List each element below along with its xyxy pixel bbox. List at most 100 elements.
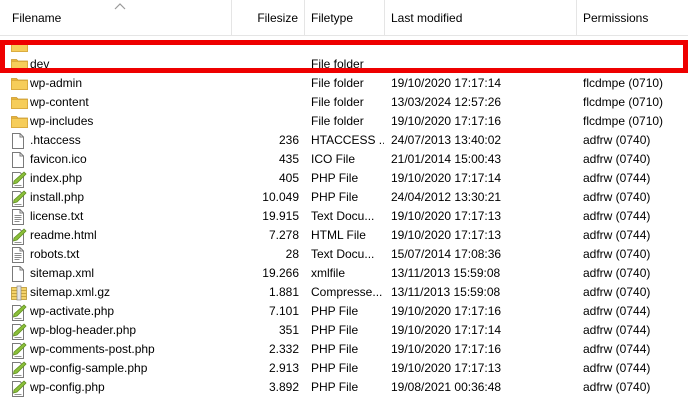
file-row-wp-includes[interactable]: wp-includes File folder 19/10/2020 17:17:1… bbox=[0, 112, 688, 131]
file-name: wp-includes bbox=[30, 114, 94, 128]
file-row-dev[interactable]: dev File folder bbox=[0, 55, 688, 74]
file-modified: 19/10/2020 17:17:13 bbox=[391, 209, 502, 223]
sort-ascending-icon bbox=[114, 3, 126, 10]
file-icon bbox=[11, 133, 25, 150]
file-icon-cell bbox=[11, 226, 29, 245]
file-row-readme-html[interactable]: readme.html 7.278 HTML File 19/10/2020 17:1… bbox=[0, 226, 688, 245]
file-size: 3.892 bbox=[268, 380, 299, 394]
file-type: Text Docu... bbox=[311, 209, 375, 223]
file-permissions: flcdmpe (0710) bbox=[583, 76, 664, 90]
file-permissions: adfrw (0744) bbox=[583, 304, 651, 318]
file-name: wp-comments-post.php bbox=[30, 342, 155, 356]
file-permissions: adfrw (0744) bbox=[583, 209, 651, 223]
file-name: readme.html bbox=[30, 228, 97, 242]
file-size bbox=[232, 55, 299, 74]
php-file-icon bbox=[11, 304, 27, 321]
file-name: wp-config-sample.php bbox=[30, 361, 148, 375]
file-row-favicon-ico[interactable]: favicon.ico 435 ICO File 21/01/2014 15:00:4… bbox=[0, 150, 688, 169]
file-size: 19.915 bbox=[262, 209, 299, 223]
column-header-permissions[interactable]: Permissions bbox=[577, 0, 688, 35]
file-row-wp-activate-php[interactable]: wp-activate.php 7.101 PHP File 19/10/2020 1… bbox=[0, 302, 688, 321]
file-permissions: adfrw (0740) bbox=[583, 247, 651, 261]
column-header-filename-label: Filename bbox=[12, 11, 62, 25]
file-icon-cell bbox=[11, 93, 29, 112]
file-size: 236 bbox=[278, 133, 299, 147]
file-size: 405 bbox=[278, 171, 299, 185]
column-header-bar: Filename Filesize Filetype Last modified… bbox=[0, 0, 688, 36]
file-icon-cell bbox=[11, 264, 29, 283]
file-permissions: adfrw (0740) bbox=[583, 380, 651, 394]
file-modified: 19/10/2020 17:17:16 bbox=[391, 342, 502, 356]
php-file-icon bbox=[11, 342, 27, 359]
file-permissions: adfrw (0744) bbox=[583, 361, 651, 375]
file-size: 2.913 bbox=[268, 361, 299, 375]
file-permissions bbox=[583, 36, 688, 55]
file-modified: 19/10/2020 17:17:14 bbox=[391, 323, 502, 337]
file-size bbox=[232, 74, 299, 93]
file-type: xmlfile bbox=[311, 266, 346, 280]
file-type: HTACCESS ... bbox=[311, 133, 384, 147]
file-row-htaccess[interactable]: .htaccess 236 HTACCESS ... 24/07/2013 13:40… bbox=[0, 131, 688, 150]
column-header-filetype[interactable]: Filetype bbox=[305, 0, 385, 35]
folder-icon bbox=[11, 57, 28, 74]
file-type: PHP File bbox=[311, 342, 359, 356]
file-icon-cell bbox=[11, 378, 29, 397]
file-type: PHP File bbox=[311, 361, 359, 375]
file-icon-cell bbox=[11, 150, 29, 169]
file-type: File folder bbox=[311, 57, 364, 71]
file-name: sitemap.xml.gz bbox=[30, 285, 111, 299]
file-name bbox=[30, 36, 230, 55]
file-permissions: adfrw (0740) bbox=[583, 285, 651, 299]
file-modified: 15/07/2014 17:08:36 bbox=[391, 247, 502, 261]
file-permissions: adfrw (0744) bbox=[583, 323, 651, 337]
column-header-filesize[interactable]: Filesize bbox=[232, 0, 305, 35]
file-permissions: adfrw (0744) bbox=[583, 228, 651, 242]
file-row-sitemap-xml[interactable]: sitemap.xml 19.266 xmlfile 13/11/2013 15:59… bbox=[0, 264, 688, 283]
file-icon-cell bbox=[11, 188, 29, 207]
file-permissions: flcdmpe (0710) bbox=[583, 95, 664, 109]
file-row-wp-blog-header-php[interactable]: wp-blog-header.php 351 PHP File 19/10/2020 … bbox=[0, 321, 688, 340]
file-row-install-php[interactable]: install.php 10.049 PHP File 24/04/2012 13:3… bbox=[0, 188, 688, 207]
file-permissions: adfrw (0740) bbox=[583, 190, 651, 204]
file-size: 19.266 bbox=[262, 266, 299, 280]
folder-icon bbox=[11, 76, 28, 93]
php-file-icon bbox=[11, 380, 27, 397]
file-row-wp-config-sample-php[interactable]: wp-config-sample.php 2.913 PHP File 19/10/2… bbox=[0, 359, 688, 378]
file-permissions: adfrw (0740) bbox=[583, 152, 651, 166]
file-row-sitemap-xml-gz[interactable]: sitemap.xml.gz 1.881 Compresse... 13/11/201… bbox=[0, 283, 688, 302]
file-type: PHP File bbox=[311, 304, 359, 318]
file-type bbox=[311, 36, 384, 55]
php-file-icon bbox=[11, 190, 27, 207]
file-row-wp-comments-post-php[interactable]: wp-comments-post.php 2.332 PHP File 19/10/2… bbox=[0, 340, 688, 359]
file-row-index-php[interactable]: index.php 405 PHP File 19/10/2020 17:17:14 a… bbox=[0, 169, 688, 188]
file-row-robots-txt[interactable]: robots.txt 28 Text Docu... 15/07/2014 17:08… bbox=[0, 245, 688, 264]
file-size: 28 bbox=[285, 247, 299, 261]
file-modified bbox=[391, 36, 577, 55]
column-header-filename[interactable]: Filename bbox=[0, 0, 232, 35]
file-type: Compresse... bbox=[311, 285, 383, 299]
file-row-wp-config-php[interactable]: wp-config.php 3.892 PHP File 19/08/2021 00:… bbox=[0, 378, 688, 397]
file-permissions: adfrw (0744) bbox=[583, 342, 651, 356]
file-modified: 21/01/2014 15:00:43 bbox=[391, 152, 502, 166]
file-name: dev bbox=[30, 57, 50, 71]
file-size: 435 bbox=[278, 152, 299, 166]
file-icon-cell bbox=[11, 283, 29, 302]
column-header-filesize-label: Filesize bbox=[257, 11, 298, 25]
file-row-license-txt[interactable]: license.txt 19.915 Text Docu... 19/10/2020 … bbox=[0, 207, 688, 226]
file-name: wp-config.php bbox=[30, 380, 105, 394]
file-type: HTML File bbox=[311, 228, 366, 242]
file-name: wp-content bbox=[30, 95, 89, 109]
file-modified: 19/10/2020 17:17:13 bbox=[391, 361, 502, 375]
file-name: favicon.ico bbox=[30, 152, 87, 166]
file-size bbox=[232, 36, 299, 55]
file-icon-cell bbox=[11, 359, 29, 378]
file-row-blank[interactable] bbox=[0, 36, 688, 55]
file-row-wp-content[interactable]: wp-content File folder 13/03/2024 12:57:26… bbox=[0, 93, 688, 112]
php-file-icon bbox=[11, 323, 27, 340]
file-modified: 13/03/2024 12:57:26 bbox=[391, 95, 502, 109]
file-row-wp-admin[interactable]: wp-admin File folder 19/10/2020 17:17:14 fl… bbox=[0, 74, 688, 93]
column-header-last-modified-label: Last modified bbox=[391, 11, 463, 25]
file-name: wp-admin bbox=[30, 76, 83, 90]
column-header-last-modified[interactable]: Last modified bbox=[385, 0, 577, 35]
php-file-icon bbox=[11, 361, 27, 378]
